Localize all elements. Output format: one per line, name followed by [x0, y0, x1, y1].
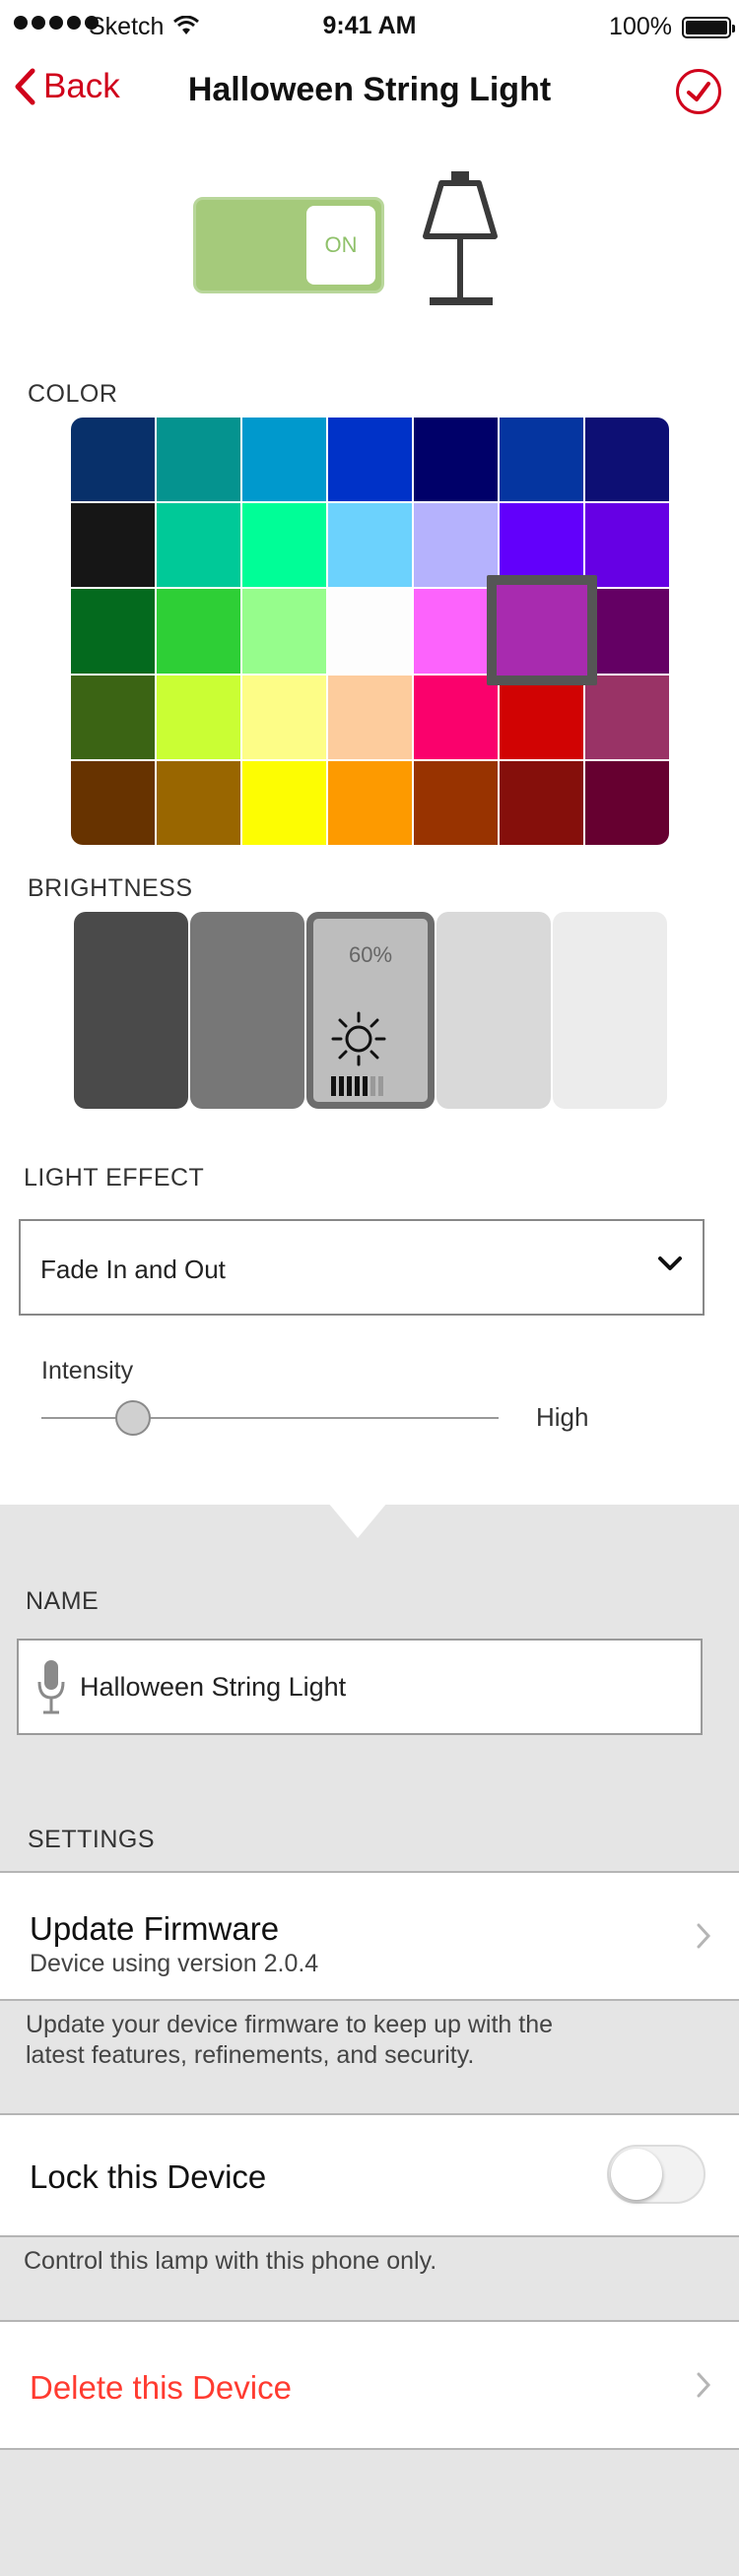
color-swatch[interactable]: [157, 760, 240, 845]
color-swatch[interactable]: [157, 503, 240, 588]
lock-device-toggle[interactable]: [607, 2145, 705, 2204]
color-swatch[interactable]: [242, 418, 326, 502]
brightness-level[interactable]: [190, 912, 304, 1109]
color-swatch[interactable]: [71, 503, 155, 588]
color-swatch[interactable]: [414, 760, 498, 845]
color-swatch[interactable]: [242, 589, 326, 674]
color-swatch[interactable]: [585, 503, 669, 588]
selected-color-fill: [497, 585, 587, 676]
status-bar: Sketch 9:41 AM 100%: [0, 0, 739, 55]
firmware-note-line-2: latest features, refinements, and securi…: [26, 2041, 475, 2069]
color-swatch[interactable]: [242, 503, 326, 588]
intensity-slider-thumb[interactable]: [115, 1400, 151, 1436]
color-swatch[interactable]: [157, 675, 240, 759]
firmware-version: Device using version 2.0.4: [30, 1950, 319, 1977]
page-title: Halloween String Light: [187, 71, 552, 108]
done-button[interactable]: [676, 69, 721, 114]
firmware-note-line-1: Update your device firmware to keep up w…: [26, 2011, 553, 2038]
intensity-high-label: High: [536, 1402, 589, 1432]
lock-device-note: Control this lamp with this phone only.: [24, 2247, 437, 2275]
delete-device-row[interactable]: Delete this Device: [0, 2320, 739, 2450]
brightness-level[interactable]: [437, 912, 551, 1109]
brightness-section-label: BRIGHTNESS: [28, 874, 193, 902]
update-firmware-title: Update Firmware: [30, 1910, 280, 1947]
brightness-level-selected[interactable]: 60%: [306, 912, 435, 1109]
light-effect-value: Fade In and Out: [40, 1255, 226, 1284]
color-swatch[interactable]: [414, 675, 498, 759]
device-name-value: Halloween String Light: [80, 1672, 347, 1702]
chevron-down-icon: [658, 1256, 682, 1270]
color-swatch[interactable]: [585, 418, 669, 502]
color-swatch[interactable]: [414, 589, 498, 674]
device-name-field[interactable]: Halloween String Light: [17, 1639, 703, 1735]
color-swatch[interactable]: [71, 418, 155, 502]
color-swatch[interactable]: [414, 503, 498, 588]
lock-device-title: Lock this Device: [30, 2158, 267, 2195]
light-effect-dropdown[interactable]: Fade In and Out: [19, 1219, 705, 1316]
color-swatch[interactable]: [500, 418, 583, 502]
color-swatch[interactable]: [328, 418, 412, 502]
color-swatch[interactable]: [71, 760, 155, 845]
color-swatch[interactable]: [71, 589, 155, 674]
color-swatch[interactable]: [500, 675, 583, 759]
color-swatch[interactable]: [414, 418, 498, 502]
chevron-right-icon: [697, 2372, 711, 2398]
power-toggle[interactable]: ON: [193, 197, 384, 293]
light-effect-section-label: LIGHT EFFECT: [24, 1164, 205, 1191]
brightness-selector: 60%: [74, 912, 667, 1109]
color-swatch[interactable]: [71, 675, 155, 759]
selected-color-swatch[interactable]: [487, 575, 597, 685]
power-toggle-knob: ON: [306, 206, 375, 285]
color-section-label: COLOR: [28, 380, 118, 408]
lock-device-row: Lock this Device: [0, 2113, 739, 2237]
delete-device-title: Delete this Device: [30, 2369, 292, 2406]
color-swatch[interactable]: [585, 675, 669, 759]
color-swatch[interactable]: [328, 503, 412, 588]
lamp-icon: [423, 171, 498, 305]
color-swatch[interactable]: [157, 589, 240, 674]
intensity-slider-track[interactable]: [41, 1417, 499, 1419]
battery-percent: 100%: [609, 13, 672, 40]
color-swatch[interactable]: [242, 675, 326, 759]
battery-icon: [682, 17, 735, 38]
sun-icon: [331, 1011, 386, 1066]
settings-section-label: SETTINGS: [28, 1826, 156, 1853]
brightness-value: 60%: [348, 942, 393, 967]
toggle-knob: [611, 2149, 662, 2200]
section-pointer: [328, 1503, 387, 1538]
chevron-right-icon: [697, 1923, 711, 1949]
checkmark-icon: [687, 82, 710, 101]
color-swatch[interactable]: [328, 589, 412, 674]
name-section-label: NAME: [26, 1587, 100, 1615]
update-firmware-row[interactable]: Update Firmware Device using version 2.0…: [0, 1871, 739, 2001]
color-swatch[interactable]: [585, 760, 669, 845]
color-swatch[interactable]: [585, 589, 669, 674]
intensity-label: Intensity: [41, 1357, 134, 1385]
brightness-level[interactable]: [74, 912, 188, 1109]
microphone-icon: [37, 1660, 65, 1714]
color-swatch[interactable]: [242, 760, 326, 845]
color-swatch[interactable]: [328, 760, 412, 845]
brightness-meter-icon: [331, 1076, 383, 1096]
brightness-level[interactable]: [553, 912, 667, 1109]
color-swatch[interactable]: [328, 675, 412, 759]
color-swatch[interactable]: [157, 418, 240, 502]
color-swatch[interactable]: [500, 760, 583, 845]
